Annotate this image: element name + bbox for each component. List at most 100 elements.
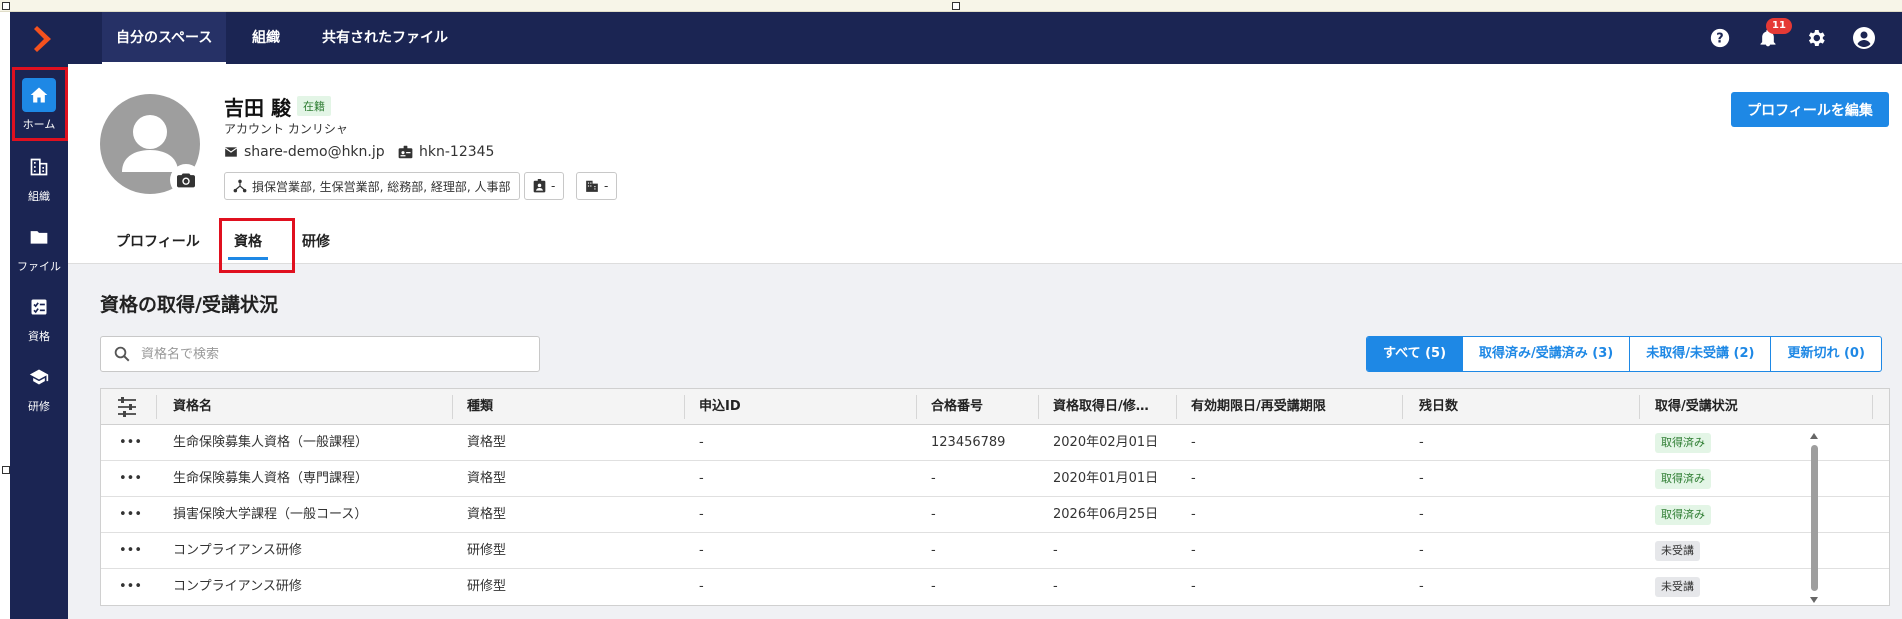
table-row[interactable]: ••• 損害保険大学課程（一般コース） 資格型 - - 2026年06月25日 … [101, 497, 1889, 533]
department-chip[interactable]: 損保営業部, 生保営業部, 総務部, 経理部, 人事部 [224, 172, 520, 200]
column-divider[interactable] [156, 395, 157, 419]
column-divider[interactable] [1639, 395, 1640, 419]
gear-icon[interactable] [1804, 26, 1828, 50]
pass-number: 123456789 [931, 435, 1006, 450]
status-badge: 在籍 [297, 96, 331, 116]
column-divider[interactable] [684, 395, 685, 419]
filter-not-acquired[interactable]: 未取得/未受講 (2) [1630, 337, 1772, 371]
column-divider[interactable] [1038, 395, 1039, 419]
row-menu-icon[interactable]: ••• [119, 533, 142, 569]
column-header-name[interactable]: 資格名 [173, 389, 212, 425]
application-id: - [699, 471, 704, 486]
application-id: - [699, 507, 704, 522]
resize-handle-top-left[interactable] [2, 2, 10, 10]
column-divider[interactable] [452, 395, 453, 419]
sidebar-item-files[interactable]: ファイル [10, 216, 68, 278]
status-cell: 取得済み [1655, 461, 1711, 497]
expiry-date: - [1191, 579, 1196, 594]
column-header-pass-number[interactable]: 合格番号 [931, 389, 983, 425]
column-header-acquired-date[interactable]: 資格取得日/修… [1053, 389, 1173, 425]
column-settings-icon[interactable] [117, 389, 141, 425]
sidebar-item-label: ファイル [17, 260, 61, 273]
filter-acquired[interactable]: 取得済み/受講済み (3) [1463, 337, 1631, 371]
sidebar-item-home[interactable]: ホーム [10, 74, 68, 136]
row-menu-icon[interactable]: ••• [119, 497, 142, 533]
table-row[interactable]: ••• 生命保険募集人資格（専門課程） 資格型 - - 2020年01月01日 … [101, 461, 1889, 497]
qualification-type: 資格型 [467, 471, 507, 486]
days-remaining: - [1419, 471, 1424, 486]
email-contact: share-demo@hkn.jp [224, 144, 385, 160]
sidebar-item-qualifications[interactable]: 資格 [10, 286, 68, 348]
filter-expired[interactable]: 更新切れ (0) [1771, 337, 1880, 371]
row-menu-icon[interactable]: ••• [119, 569, 142, 605]
tab-qualifications[interactable]: 資格 [220, 220, 276, 264]
sidebar-item-training[interactable]: 研修 [10, 356, 68, 418]
status-cell: 取得済み [1655, 497, 1711, 533]
acquired-date: 2026年06月25日 [1053, 507, 1159, 522]
sidebar-item-organization[interactable]: 組織 [10, 146, 68, 208]
column-header-expiry-date[interactable]: 有効期限日/再受講期限 [1191, 389, 1326, 425]
top-navigation: 自分のスペース 組織 共有されたファイル ? [68, 12, 1902, 64]
tab-my-space[interactable]: 自分のスペース [102, 12, 227, 64]
column-header-type[interactable]: 種類 [467, 389, 493, 425]
row-menu-icon[interactable]: ••• [119, 425, 142, 461]
search-box[interactable] [100, 336, 540, 372]
building-icon [586, 180, 598, 192]
tab-training[interactable]: 研修 [288, 220, 344, 264]
sidebar-item-label: 組織 [28, 190, 50, 203]
column-divider[interactable] [1176, 395, 1177, 419]
org-tree-icon [233, 179, 247, 193]
edit-profile-button[interactable]: プロフィールを編集 [1731, 92, 1889, 127]
help-icon[interactable]: ? [1708, 26, 1732, 50]
resize-handle-top[interactable] [952, 2, 960, 10]
camera-icon[interactable] [170, 164, 202, 196]
account-icon[interactable] [1852, 26, 1876, 50]
filter-all[interactable]: すべて (5) [1367, 337, 1464, 371]
department-text: 損保営業部, 生保営業部, 総務部, 経理部, 人事部 [252, 179, 511, 194]
tab-profile[interactable]: プロフィール [102, 220, 214, 264]
column-header-days-remaining[interactable]: 残日数 [1419, 389, 1458, 425]
expiry-date: - [1191, 507, 1196, 522]
column-divider[interactable] [1872, 395, 1873, 419]
column-divider[interactable] [1402, 395, 1403, 419]
office-text: - [604, 179, 609, 193]
status-cell: 取得済み [1655, 425, 1711, 461]
scrollbar-thumb[interactable] [1811, 445, 1818, 591]
tab-organization[interactable]: 組織 [238, 12, 294, 64]
column-header-status[interactable]: 取得/受講状況 [1655, 389, 1738, 425]
resize-handle-left[interactable] [2, 466, 10, 474]
table-row[interactable]: ••• コンプライアンス研修 研修型 - - - - - 未受講 [101, 533, 1889, 569]
active-tab-underline [228, 257, 268, 260]
table-row[interactable]: ••• コンプライアンス研修 研修型 - - - - - 未受講 [101, 569, 1889, 605]
table-header-row: 資格名 種類 申込ID 合格番号 資格取得日/修… 有効期限日/再受講期限 残日… [101, 389, 1889, 425]
days-remaining: - [1419, 435, 1424, 450]
position-chip[interactable]: - [524, 172, 565, 200]
tab-shared-files[interactable]: 共有されたファイル [308, 12, 462, 64]
application-id: - [699, 543, 704, 558]
column-divider[interactable] [916, 395, 917, 419]
acquired-date: - [1053, 543, 1058, 558]
status-cell: 未受講 [1655, 533, 1700, 569]
row-menu-icon[interactable]: ••• [119, 461, 142, 497]
tab-label: プロフィール [116, 234, 200, 250]
scroll-down-arrow-icon[interactable] [1808, 595, 1820, 605]
column-header-application-id[interactable]: 申込ID [699, 389, 741, 425]
search-input[interactable] [141, 346, 527, 362]
id-card-icon [398, 145, 413, 159]
pass-number: - [931, 507, 936, 522]
qualification-name: コンプライアンス研修 [173, 579, 302, 594]
profile-header: 吉田 駿 在籍 アカウント カンリシャ share-demo@hkn.jp hk… [68, 64, 1902, 264]
certificate-icon [22, 290, 56, 324]
scroll-up-arrow-icon[interactable] [1808, 431, 1820, 441]
qualifications-section: 資格の取得/受講状況 すべて (5) 取得済み/受講済み (3) 未取得/未受講… [68, 264, 1902, 619]
app-logo[interactable] [25, 22, 55, 56]
status-badge: 未受講 [1655, 540, 1700, 561]
employee-id-text: hkn-12345 [419, 144, 495, 160]
notification-badge: 11 [1766, 18, 1792, 34]
profile-name: 吉田 駿 [224, 96, 291, 120]
badge-icon [533, 179, 546, 193]
table-scrollbar[interactable] [1808, 431, 1820, 605]
office-chip[interactable]: - [576, 172, 618, 200]
table-row[interactable]: ••• 生命保険募集人資格（一般課程） 資格型 - 123456789 2020… [101, 425, 1889, 461]
qualification-name: コンプライアンス研修 [173, 543, 302, 558]
